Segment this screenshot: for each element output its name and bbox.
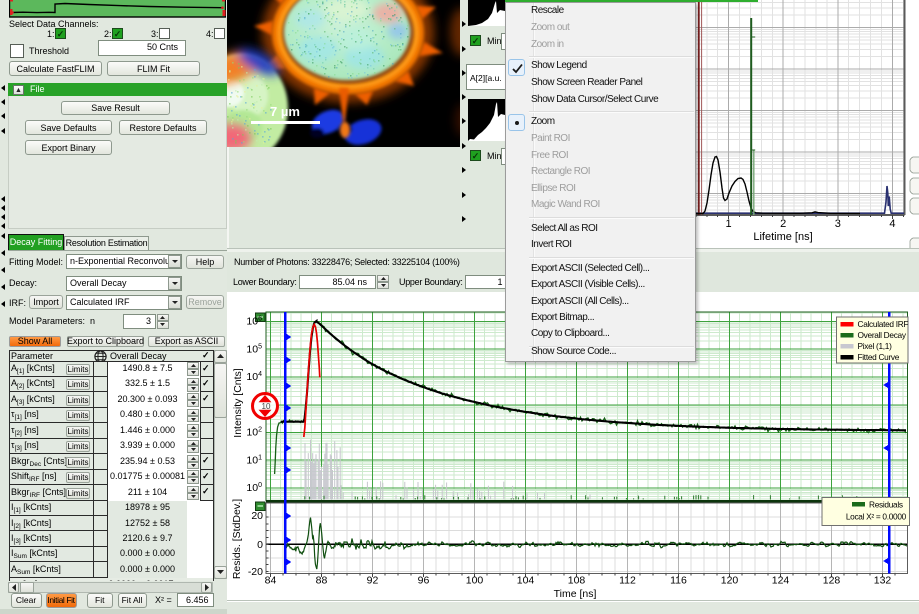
svg-text:1: 1 bbox=[726, 218, 732, 230]
svg-text:124: 124 bbox=[772, 575, 790, 587]
svg-text:112: 112 bbox=[619, 575, 636, 587]
svg-text:Calculated IRF: Calculated IRF bbox=[858, 319, 909, 329]
svg-text:Overall Decay: Overall Decay bbox=[858, 330, 907, 340]
svg-text:Lifetime [ns]: Lifetime [ns] bbox=[753, 231, 812, 243]
svg-text:-20: -20 bbox=[248, 566, 263, 578]
svg-text:92: 92 bbox=[367, 575, 379, 587]
svg-text:20: 20 bbox=[251, 510, 263, 522]
svg-text:Resids. [StdDev.]: Resids. [StdDev.] bbox=[231, 499, 243, 579]
svg-text:104: 104 bbox=[517, 575, 535, 587]
svg-text:132: 132 bbox=[874, 575, 892, 587]
svg-text:Residuals: Residuals bbox=[869, 500, 903, 510]
svg-text:88: 88 bbox=[316, 575, 328, 587]
svg-text:3: 3 bbox=[835, 218, 841, 230]
svg-text:96: 96 bbox=[418, 575, 430, 587]
svg-text:2: 2 bbox=[780, 218, 786, 230]
svg-text:10: 10 bbox=[262, 402, 271, 411]
svg-text:108: 108 bbox=[568, 575, 586, 587]
svg-text:100: 100 bbox=[466, 575, 484, 587]
svg-text:0: 0 bbox=[257, 539, 263, 551]
svg-text:84: 84 bbox=[265, 575, 277, 587]
svg-text:Time [ns]: Time [ns] bbox=[554, 588, 597, 600]
svg-text:Pixel (1,1): Pixel (1,1) bbox=[858, 341, 893, 351]
svg-text:120: 120 bbox=[721, 575, 739, 587]
svg-text:4: 4 bbox=[889, 218, 895, 230]
svg-text:Fitted Curve: Fitted Curve bbox=[858, 352, 900, 362]
svg-text:Local X² = 0.0000: Local X² = 0.0000 bbox=[846, 512, 907, 522]
svg-text:128: 128 bbox=[823, 575, 841, 587]
svg-text:7 µm: 7 µm bbox=[270, 104, 300, 119]
svg-text:116: 116 bbox=[670, 575, 687, 587]
svg-text:Intensity [Cnts]: Intensity [Cnts] bbox=[232, 368, 244, 438]
